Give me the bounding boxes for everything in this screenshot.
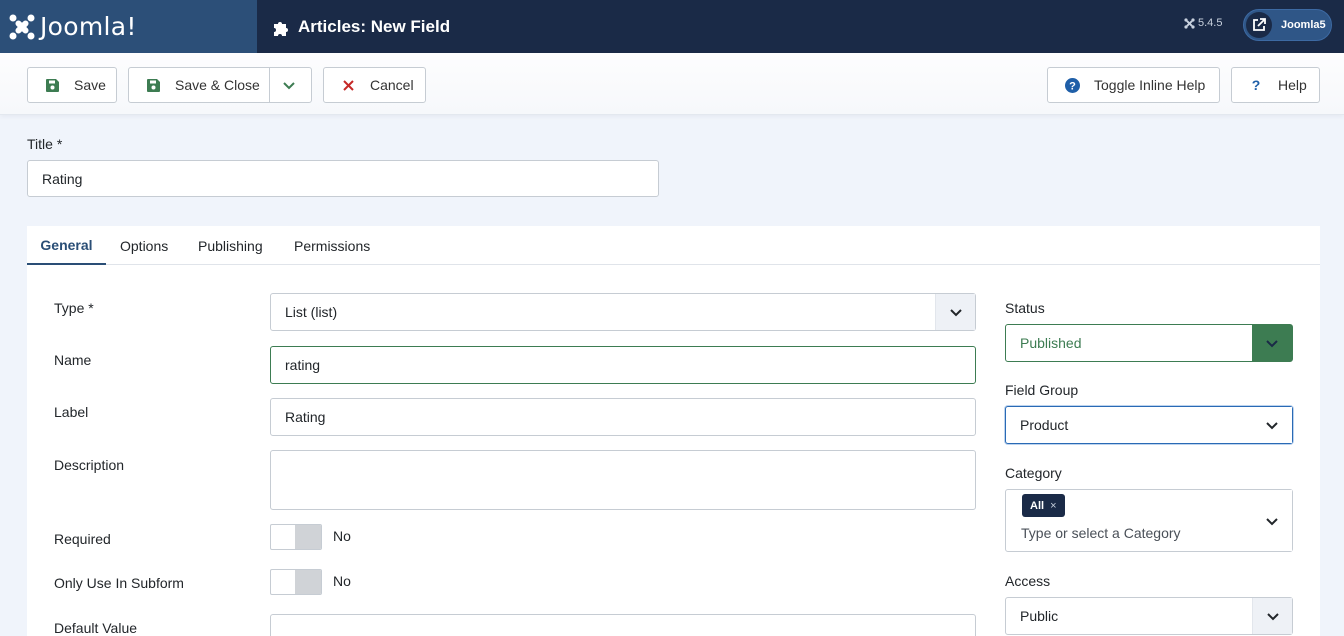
joomla-logo[interactable]: Joomla! — [0, 0, 257, 53]
default-value-label: Default Value — [54, 620, 138, 636]
name-label: Name — [54, 352, 92, 368]
label-label: Label — [54, 404, 89, 420]
description-textarea[interactable] — [270, 450, 976, 510]
tab-permissions[interactable]: Permissions — [294, 226, 370, 265]
name-input[interactable]: rating — [270, 346, 976, 384]
toggle-inline-help-button[interactable]: ? Toggle Inline Help — [1047, 67, 1220, 103]
page-title-text: Articles: New Field — [298, 16, 451, 36]
external-link-icon — [1246, 12, 1272, 38]
description-label: Description — [54, 457, 125, 473]
type-select[interactable]: List (list) — [270, 293, 976, 331]
required-toggle[interactable] — [270, 524, 322, 550]
required-value: No — [333, 528, 351, 544]
toggle-knob — [295, 525, 321, 549]
label-input[interactable]: Rating — [270, 398, 976, 436]
category-tag-label: All — [1030, 499, 1045, 512]
field-group-select[interactable]: Product — [1005, 406, 1293, 444]
button-divider — [269, 68, 270, 102]
chevron-down-icon — [1252, 598, 1292, 634]
subform-toggle[interactable] — [270, 569, 322, 595]
chevron-down-icon — [1252, 325, 1292, 361]
chevron-down-icon — [1252, 490, 1292, 551]
remove-tag-icon[interactable]: × — [1050, 500, 1056, 512]
field-group-label: Field Group — [1005, 382, 1079, 398]
cancel-button[interactable]: Cancel — [323, 67, 426, 103]
chevron-down-icon — [1252, 407, 1292, 443]
toggle-help-label: Toggle Inline Help — [1094, 77, 1206, 93]
title-input[interactable]: Rating — [27, 160, 659, 197]
joomla-small-icon — [1184, 17, 1195, 29]
save-icon — [145, 77, 161, 93]
puzzle-icon — [274, 21, 288, 36]
access-select[interactable]: Public — [1005, 597, 1293, 635]
chevron-down-icon — [935, 294, 975, 330]
top-header: Joomla! Articles: New Field 5.4.5 Joomla… — [0, 0, 1344, 53]
category-placeholder: Type or select a Category — [1021, 525, 1181, 541]
version-info[interactable]: 5.4.5 — [1184, 17, 1222, 29]
help-button[interactable]: ? Help — [1231, 67, 1320, 103]
svg-text:?: ? — [1252, 78, 1261, 92]
required-label: Required — [54, 531, 111, 547]
tab-general[interactable]: General — [27, 226, 106, 265]
status-label: Status — [1005, 300, 1045, 316]
category-tag: All × — [1022, 494, 1065, 517]
type-label: Type * — [54, 300, 94, 316]
save-close-label: Save & Close — [175, 77, 260, 93]
default-value-input[interactable] — [270, 614, 976, 636]
access-value: Public — [1020, 608, 1059, 624]
version-text: 5.4.5 — [1198, 17, 1223, 29]
toolbar: Save Save & Close Cancel ? Toggle Inline… — [0, 53, 1344, 115]
subform-label: Only Use In Subform — [54, 575, 184, 591]
tab-bar: General Options Publishing Permissions — [27, 226, 1320, 265]
joomla-logo-icon — [9, 14, 35, 39]
subform-value: No — [333, 573, 351, 589]
status-select[interactable]: Published — [1005, 324, 1293, 362]
tab-options[interactable]: Options — [120, 226, 168, 265]
save-button[interactable]: Save — [27, 67, 117, 103]
help-label: Help — [1278, 77, 1307, 93]
tab-publishing[interactable]: Publishing — [198, 226, 263, 265]
page-title: Articles: New Field — [272, 0, 450, 53]
save-label: Save — [74, 77, 106, 93]
field-group-value: Product — [1020, 417, 1069, 433]
logo-text: Joomla! — [40, 12, 137, 41]
category-label: Category — [1005, 465, 1062, 481]
category-select[interactable]: All × Type or select a Category — [1005, 489, 1293, 552]
site-link-button[interactable]: Joomla5 — [1243, 9, 1332, 41]
save-close-button[interactable]: Save & Close — [128, 67, 312, 103]
svg-text:?: ? — [1069, 80, 1076, 92]
title-label: Title * — [27, 136, 63, 152]
toggle-knob — [295, 570, 321, 594]
question-icon: ? — [1248, 77, 1264, 93]
cancel-label: Cancel — [370, 77, 414, 93]
chevron-down-icon[interactable] — [282, 78, 296, 95]
save-icon — [44, 77, 60, 93]
status-value: Published — [1020, 335, 1082, 351]
tab-panel: General Options Publishing Permissions T… — [27, 226, 1320, 636]
site-name: Joomla5 — [1281, 19, 1326, 31]
access-label: Access — [1005, 573, 1051, 589]
type-value: List (list) — [285, 304, 338, 320]
question-circle-icon: ? — [1064, 77, 1080, 93]
close-icon — [340, 77, 356, 93]
